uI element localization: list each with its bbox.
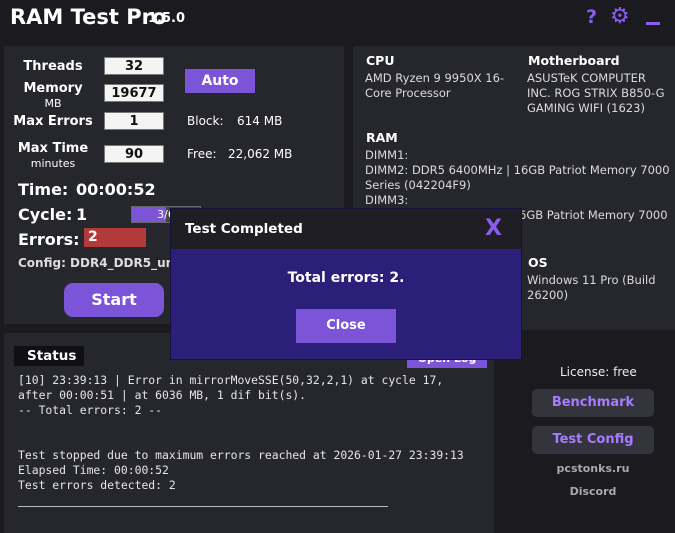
os-value: Windows 11 Pro (Build 26200) [527, 273, 656, 302]
dialog-close-x-icon[interactable]: X [485, 216, 502, 241]
threads-input[interactable]: 32 [104, 57, 164, 75]
threads-label: Threads [23, 59, 83, 74]
max-time-label: Max Time [17, 141, 89, 156]
errors-value: 2 [88, 229, 98, 245]
errors-label: Errors: [18, 230, 80, 249]
cycle-value: 1 [76, 205, 88, 224]
start-button[interactable]: Start [64, 283, 164, 317]
discord-link[interactable]: Discord [532, 485, 654, 498]
block-value: 614 MB [237, 114, 283, 128]
max-time-input[interactable]: 90 [104, 145, 164, 163]
help-icon[interactable]: ? [586, 6, 597, 28]
log-divider [18, 506, 388, 507]
log-line: -- Total errors: 2 -- [18, 403, 163, 417]
free-memory-value: 22,062 MB [228, 147, 293, 161]
dialog-header: Test Completed X [171, 209, 521, 249]
site-link[interactable]: pcstonks.ru [532, 462, 654, 475]
motherboard-title: Motherboard [528, 53, 620, 68]
dialog-title: Test Completed [185, 221, 303, 237]
time-value: 00:00:52 [76, 180, 156, 199]
log-line: Elapsed Time: 00:00:52 [18, 463, 169, 477]
cycle-label: Cycle: [18, 205, 73, 224]
status-title: Status [14, 346, 84, 366]
time-label: Time: [18, 180, 69, 199]
dimm2-value: DIMM2: DDR5 6400MHz | 16GB Patriot Memor… [365, 163, 670, 192]
log-line: ​ [18, 418, 488, 433]
cpu-title: CPU [366, 53, 395, 68]
app-title: RAM Test Pro [10, 5, 167, 29]
app-version: 1.5.0 [148, 11, 186, 26]
cpu-value: AMD Ryzen 9 9950X 16-Core Processor [365, 71, 505, 100]
free-label: Free: [187, 147, 217, 161]
memory-input[interactable]: 19677 [104, 84, 164, 102]
dimm1-value: DIMM1: [365, 148, 409, 162]
test-config-button[interactable]: Test Config [532, 426, 654, 454]
log-line: ​ [18, 433, 488, 448]
max-errors-input[interactable]: 1 [104, 112, 164, 130]
log-line: Test errors detected: 2 [18, 478, 176, 492]
block-label: Block: [187, 114, 224, 128]
log-line: after 00:00:51 | at 6036 MB, 1 dif bit(s… [18, 388, 307, 402]
benchmark-button[interactable]: Benchmark [532, 389, 654, 417]
status-log: [10] 23:39:13 | Error in mirrorMoveSSE(5… [18, 373, 488, 493]
os-title: OS [528, 255, 548, 270]
dimm3-value: DIMM3: [365, 193, 409, 207]
dimm4-value: 6GB Patriot Memory 7000 [519, 208, 668, 222]
errors-indicator: 2 [84, 228, 146, 247]
log-line: [10] 23:39:13 | Error in mirrorMoveSSE(5… [18, 373, 444, 387]
auto-button[interactable]: Auto [185, 69, 255, 93]
settings-gear-icon[interactable]: ⚙ [610, 4, 630, 30]
dialog-close-button[interactable]: Close [296, 309, 396, 343]
minimize-icon[interactable] [646, 10, 660, 25]
memory-unit-label: MB [44, 97, 62, 110]
memory-label: Memory [23, 81, 83, 96]
ram-title: RAM [366, 130, 398, 145]
motherboard-value: ASUSTeK COMPUTER INC. ROG STRIX B850-G G… [527, 71, 665, 115]
config-text: Config: DDR4_DDR5_universal [18, 256, 178, 270]
max-errors-label: Max Errors [13, 114, 93, 129]
max-time-unit-label: minutes [30, 157, 76, 170]
log-line: Test stopped due to maximum errors reach… [18, 448, 464, 462]
dialog-message: Total errors: 2. [287, 270, 405, 286]
test-completed-dialog: Test Completed X Total errors: 2. Close [171, 209, 521, 359]
title-bar: RAM Test Pro 1.5.0 ? ⚙ [0, 0, 675, 38]
license-text: License: free [560, 365, 637, 379]
